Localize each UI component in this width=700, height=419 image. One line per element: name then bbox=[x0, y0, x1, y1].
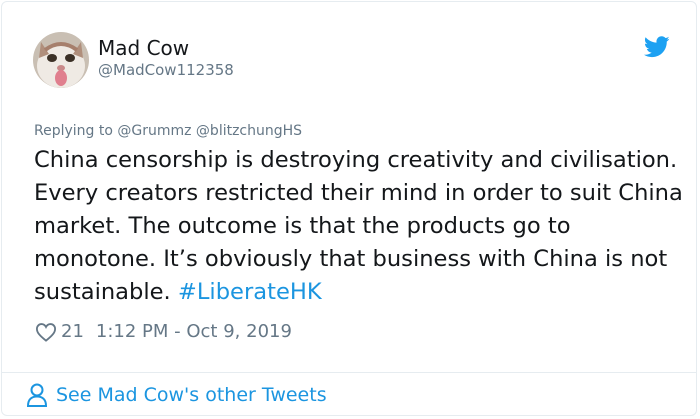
see-other-tweets-link[interactable]: See Mad Cow's other Tweets bbox=[25, 382, 327, 408]
author-name[interactable]: Mad Cow bbox=[98, 36, 189, 60]
divider bbox=[2, 372, 696, 373]
tweet-meta: 21 1:12 PM - Oct 9, 2019 bbox=[35, 321, 292, 342]
avatar[interactable] bbox=[33, 32, 89, 88]
author-handle[interactable]: @MadCow112358 bbox=[98, 61, 234, 79]
cat-avatar bbox=[33, 32, 89, 88]
see-other-tweets-label[interactable]: See Mad Cow's other Tweets bbox=[56, 384, 327, 406]
tweet-text: China censorship is destroying creativit… bbox=[34, 144, 684, 309]
like-count[interactable]: 21 bbox=[61, 321, 84, 342]
timestamp[interactable]: 1:12 PM - Oct 9, 2019 bbox=[96, 321, 292, 342]
person-icon bbox=[26, 383, 48, 407]
twitter-bird-icon[interactable] bbox=[644, 35, 670, 59]
tweet-card: Mad Cow @MadCow112358 Replying to @Grumm… bbox=[1, 1, 697, 416]
hashtag-link[interactable]: #LiberateHK bbox=[178, 279, 322, 305]
tweet-body: China censorship is destroying creativit… bbox=[34, 147, 683, 305]
reply-context[interactable]: Replying to @Grummz @blitzchungHS bbox=[34, 123, 302, 139]
heart-icon[interactable] bbox=[35, 322, 57, 342]
